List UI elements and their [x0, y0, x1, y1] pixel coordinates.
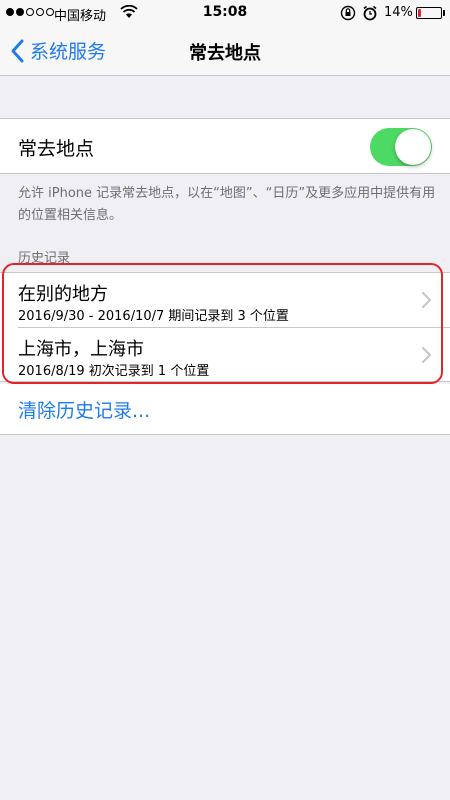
battery-tip — [443, 10, 445, 16]
status-bar: 中国移动 15:08 14% — [0, 0, 450, 26]
alarm-icon — [363, 5, 377, 21]
clear-history-row: 清除历史记录... — [0, 384, 450, 435]
history-item-title: 上海市，上海市 — [18, 339, 144, 360]
battery-icon — [416, 7, 442, 19]
page-title: 常去地点 — [189, 43, 261, 64]
nav-bar: 系统服务 常去地点 — [0, 26, 450, 76]
setting-description: 允许 iPhone 记录常去地点，以在“地图”、“日历”及更多应用中提供有用的位… — [18, 186, 436, 223]
history-item-title: 在别的地方 — [18, 284, 108, 305]
chevron-right-icon — [421, 346, 432, 364]
battery-level — [418, 9, 421, 17]
history-item-subtitle: 2016/9/30 - 2016/10/7 期间记录到 3 个位置 — [18, 309, 289, 324]
frequent-locations-setting: 常去地点 — [0, 118, 450, 174]
frequent-locations-label: 常去地点 — [18, 138, 95, 160]
toggle-knob — [395, 129, 431, 165]
history-item-subtitle: 2016/8/19 初次记录到 1 个位置 — [18, 364, 210, 379]
chevron-right-icon — [421, 291, 432, 309]
clear-history-button[interactable]: 清除历史记录... — [18, 396, 150, 423]
history-list: 在别的地方 2016/9/30 - 2016/10/7 期间记录到 3 个位置 … — [0, 272, 450, 382]
history-section-header: 历史记录 — [18, 251, 71, 266]
history-item-shanghai[interactable]: 上海市，上海市 2016/8/19 初次记录到 1 个位置 — [0, 328, 450, 382]
status-time: 15:08 — [202, 4, 248, 20]
frequent-locations-toggle[interactable] — [370, 128, 432, 166]
battery-percent: 14% — [384, 5, 413, 20]
history-item-elsewhere[interactable]: 在别的地方 2016/9/30 - 2016/10/7 期间记录到 3 个位置 — [0, 273, 450, 328]
orientation-lock-icon — [340, 5, 356, 21]
